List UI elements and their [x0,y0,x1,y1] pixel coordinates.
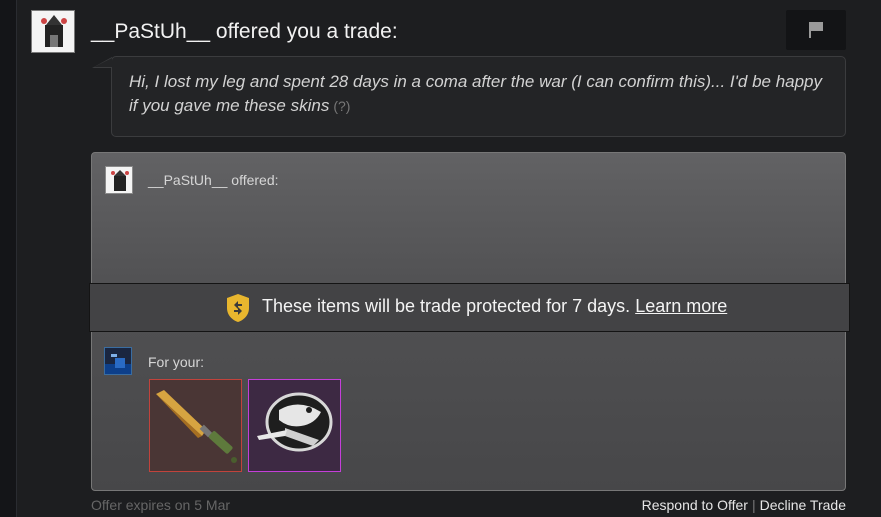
flag-icon [809,22,823,38]
offered-label: __PaStUh__ offered: [148,172,279,188]
message-body: Hi, I lost my leg and spent 28 days in a… [129,72,823,115]
partner-avatar[interactable] [31,10,75,53]
learn-more-link[interactable]: Learn more [635,296,727,316]
actions-separator: | [751,497,756,513]
offer-actions: Respond to Offer | Decline Trade [642,497,846,513]
left-rail [0,0,17,517]
trade-protect-shield-icon [227,294,249,322]
help-question-link[interactable]: (?) [333,98,350,114]
knife-icon [156,390,237,463]
title-suffix: offered you a trade: [210,20,398,43]
trade-protection-text: These items will be trade protected for … [262,296,727,317]
for-your-label: For your: [148,354,205,370]
partner-avatar-small [105,166,133,194]
respond-to-offer-link[interactable]: Respond to Offer [642,497,748,513]
report-flag-button[interactable] [786,10,846,50]
offer-expiry-text: Offer expires on 5 Mar [91,497,231,513]
protection-message: These items will be trade protected for … [262,296,636,316]
my-avatar-small [104,347,132,375]
item-slot-sticker[interactable] [248,379,341,472]
dinosaur-sticker-icon [257,392,333,452]
trade-offer-title: __PaStUh__ offered you a trade: [91,20,398,44]
message-text: Hi, I lost my leg and spent 28 days in a… [129,70,829,118]
item-slot-knife[interactable] [149,379,242,472]
partner-name-link[interactable]: __PaStUh__ [91,20,210,43]
message-bubble-tail-inner [94,58,112,67]
decline-trade-link[interactable]: Decline Trade [760,497,846,513]
